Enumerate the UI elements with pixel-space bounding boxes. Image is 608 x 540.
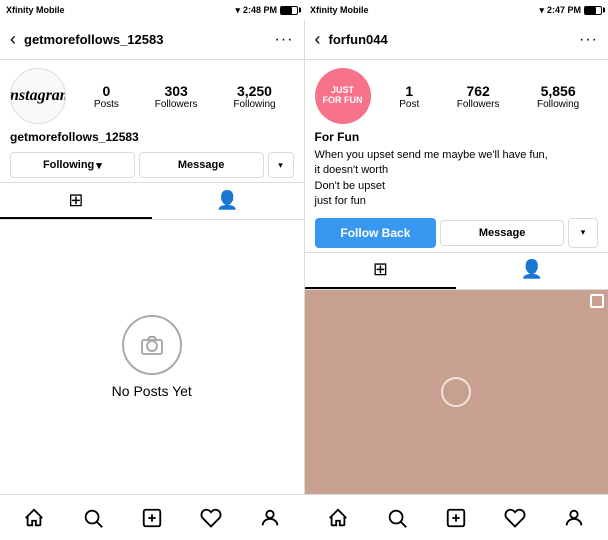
followers-num-right: 762 xyxy=(466,83,489,99)
bottom-nav xyxy=(0,494,608,540)
no-posts-area: No Posts Yet xyxy=(0,220,304,494)
more-options-right[interactable]: ··· xyxy=(579,31,598,49)
heart-icon-left[interactable] xyxy=(193,500,229,536)
stat-followers-left: 303 Followers xyxy=(155,83,198,110)
following-label-left: Following xyxy=(233,99,275,110)
tab-profile-left[interactable]: 👤 xyxy=(152,183,304,219)
posts-num-right: 1 xyxy=(405,83,413,99)
search-icon-right[interactable] xyxy=(379,500,415,536)
carrier-left: Xfinity Mobile xyxy=(6,5,65,15)
carrier-right: Xfinity Mobile xyxy=(310,5,369,15)
profile-icon-right[interactable] xyxy=(556,500,592,536)
wifi-icon-right: ▾ xyxy=(539,5,544,16)
bottom-nav-right xyxy=(304,495,608,540)
profile-section-right: JUSTFOR FUN 1 Post 762 Followers 5,856 F… xyxy=(305,60,608,130)
following-label-right: Following xyxy=(537,99,579,110)
add-icon-left[interactable] xyxy=(134,500,170,536)
stat-followers-right: 762 Followers xyxy=(457,83,500,110)
message-button-right[interactable]: Message xyxy=(440,220,564,246)
tab-grid-right[interactable]: ⊞ xyxy=(305,253,457,289)
following-num-left: 3,250 xyxy=(237,83,272,99)
right-panel: ‹ forfun044 ··· JUSTFOR FUN 1 Post 762 F… xyxy=(305,20,608,494)
tab-profile-right[interactable]: 👤 xyxy=(456,253,608,289)
stats-row-left: 0 Posts 303 Followers 3,250 Following xyxy=(76,83,294,110)
grid-content-right xyxy=(305,290,608,494)
status-bar-left: Xfinity Mobile ▾ 2:48 PM xyxy=(0,0,304,20)
followers-label-left: Followers xyxy=(155,99,198,110)
bio-line-1: When you upset send me maybe we'll have … xyxy=(315,148,599,163)
buttons-row-left: Following ▾ Message ▾ xyxy=(0,148,304,182)
time-right: 2:47 PM xyxy=(547,5,581,15)
bottom-nav-left xyxy=(0,495,304,540)
bio-line-3: Don't be upset xyxy=(315,179,599,194)
bio-section-right: When you upset send me maybe we'll have … xyxy=(305,148,608,214)
left-header: ‹ getmorefollows_12583 ··· xyxy=(0,20,304,60)
stats-row-right: 1 Post 762 Followers 5,856 Following xyxy=(381,83,599,110)
wifi-icon: ▾ xyxy=(235,5,240,16)
no-posts-icon xyxy=(122,315,182,375)
back-button-left[interactable]: ‹ xyxy=(10,29,16,50)
right-header: ‹ forfun044 ··· xyxy=(305,20,608,60)
status-icons-left: ▾ 2:48 PM xyxy=(235,5,298,16)
profile-section-left: Instagram 0 Posts 303 Followers 3,250 Fo… xyxy=(0,60,304,130)
grid-icon-right: ⊞ xyxy=(373,259,388,280)
stat-following-right: 5,856 Following xyxy=(537,83,579,110)
profile-tab-icon-left: 👤 xyxy=(216,190,238,211)
grid-icon-left: ⊞ xyxy=(68,190,83,211)
posts-label-left: Posts xyxy=(94,99,119,110)
instagram-logo: Instagram xyxy=(10,87,66,105)
dropdown-button-right[interactable]: ▾ xyxy=(568,218,598,248)
posts-label-right: Post xyxy=(399,99,419,110)
status-icons-right: ▾ 2:47 PM xyxy=(539,5,602,16)
home-icon-right[interactable] xyxy=(320,500,356,536)
stat-posts-left: 0 Posts xyxy=(94,83,119,110)
battery-left xyxy=(280,6,298,15)
left-panel: ‹ getmorefollows_12583 ··· Instagram 0 P… xyxy=(0,20,305,494)
bio-line-4: just for fun xyxy=(315,194,599,209)
more-options-left[interactable]: ··· xyxy=(275,31,294,49)
follow-back-button[interactable]: Follow Back xyxy=(315,218,437,248)
tab-grid-left[interactable]: ⊞ xyxy=(0,183,152,219)
message-button-left[interactable]: Message xyxy=(139,152,264,178)
avatar-pink-text: JUSTFOR FUN xyxy=(323,86,363,106)
split-view: ‹ getmorefollows_12583 ··· Instagram 0 P… xyxy=(0,20,608,494)
status-bar-right: Xfinity Mobile ▾ 2:47 PM xyxy=(304,0,608,20)
header-username-left: getmorefollows_12583 xyxy=(24,32,275,47)
no-posts-text: No Posts Yet xyxy=(112,383,192,399)
avatar-right: JUSTFOR FUN xyxy=(315,68,371,124)
posts-num-left: 0 xyxy=(103,83,111,99)
tabs-right: ⊞ 👤 xyxy=(305,252,608,290)
time-left: 2:48 PM xyxy=(243,5,277,15)
tabs-left: ⊞ 👤 xyxy=(0,182,304,220)
profile-name-left: getmorefollows_12583 xyxy=(0,130,304,148)
stat-posts-right: 1 Post xyxy=(399,83,419,110)
heart-icon-right[interactable] xyxy=(497,500,533,536)
multi-icon xyxy=(590,294,604,308)
following-num-right: 5,856 xyxy=(541,83,576,99)
profile-icon-left[interactable] xyxy=(252,500,288,536)
camera-icon xyxy=(138,331,166,359)
search-icon-left[interactable] xyxy=(75,500,111,536)
battery-right xyxy=(584,6,602,15)
play-icon xyxy=(441,377,471,407)
buttons-row-right: Follow Back Message ▾ xyxy=(305,214,608,252)
dropdown-button-left[interactable]: ▾ xyxy=(268,152,294,178)
profile-name-right: For Fun xyxy=(305,130,608,148)
add-icon-right[interactable] xyxy=(438,500,474,536)
following-button[interactable]: Following ▾ xyxy=(10,152,135,178)
header-username-right: forfun044 xyxy=(329,32,580,47)
back-button-right[interactable]: ‹ xyxy=(315,29,321,50)
grid-thumbnail[interactable] xyxy=(305,290,608,494)
home-icon-left[interactable] xyxy=(16,500,52,536)
stat-following-left: 3,250 Following xyxy=(233,83,275,110)
avatar-left: Instagram xyxy=(10,68,66,124)
bio-line-2: it doesn't worth xyxy=(315,163,599,178)
profile-tab-icon-right: 👤 xyxy=(521,259,543,280)
followers-label-right: Followers xyxy=(457,99,500,110)
followers-num-left: 303 xyxy=(164,83,187,99)
status-bar: Xfinity Mobile ▾ 2:48 PM Xfinity Mobile … xyxy=(0,0,608,20)
